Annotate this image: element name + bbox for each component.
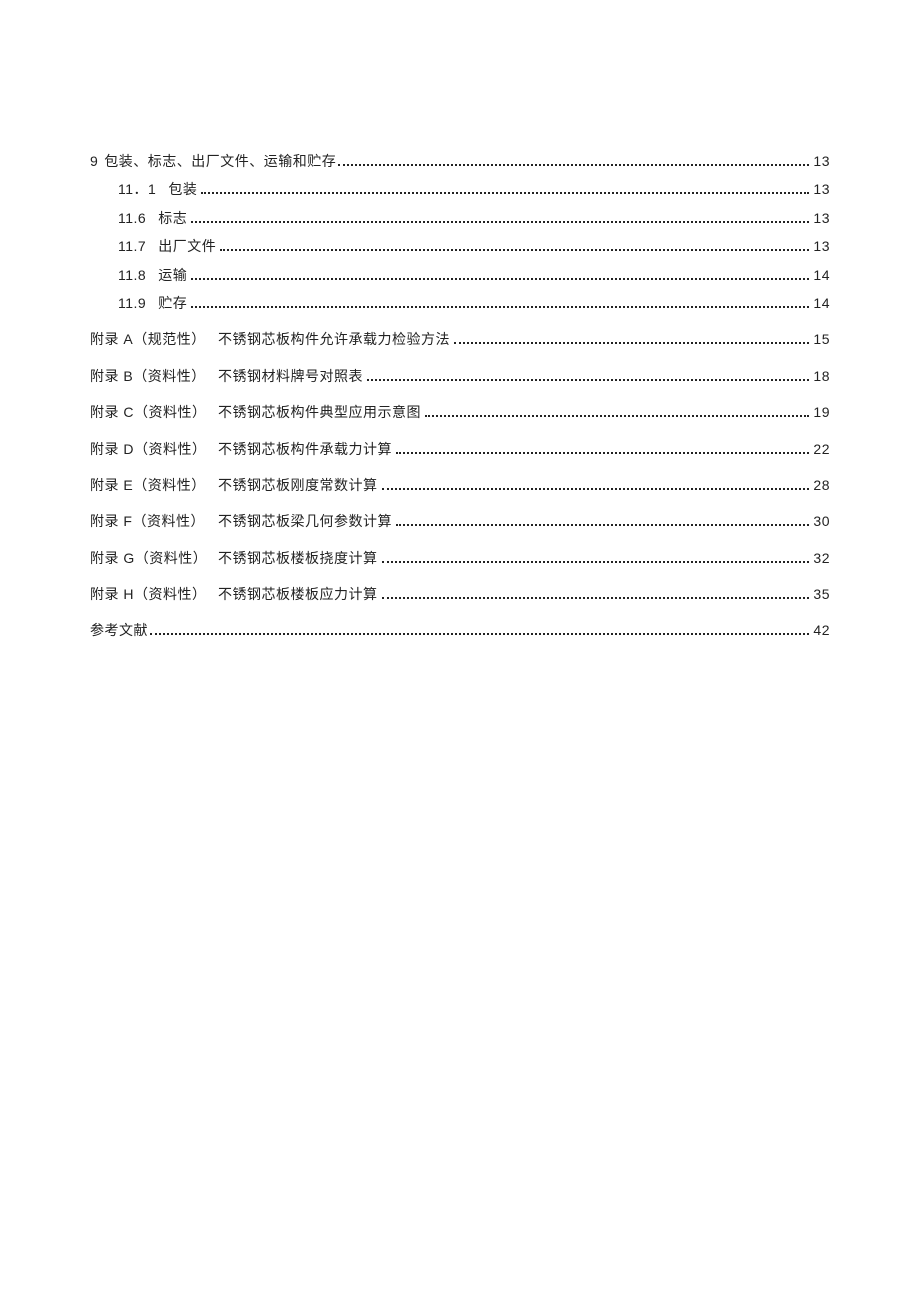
toc-appendix-key: 附录 E（资料性） xyxy=(90,474,210,496)
toc-leader-dots xyxy=(396,443,809,453)
toc-leader-dots xyxy=(425,407,809,417)
toc-appendix-entry: 附录 G（资料性） 不锈钢芯板楼板挠度计算 32 xyxy=(90,547,830,569)
toc-page-number: 18 xyxy=(813,365,830,387)
toc-sub-title: 包装 xyxy=(168,178,197,200)
toc-leader-dots xyxy=(338,156,809,166)
toc-appendix-key: 附录 G（资料性） xyxy=(90,547,210,569)
toc-leader-dots xyxy=(191,298,809,308)
toc-sub-entry: 11.7 出厂文件 13 xyxy=(90,235,830,257)
toc-appendix-title: 不锈钢芯板楼板挠度计算 xyxy=(218,547,378,569)
toc-sub-num: 11.6 xyxy=(118,207,146,229)
toc-appendix-key: 附录 C（资料性） xyxy=(90,401,210,423)
toc-appendix-entry: 附录 A（规范性） 不锈钢芯板构件允许承载力检验方法 15 xyxy=(90,328,830,350)
toc-section-label: 9包装、标志、出厂文件、运输和贮存 xyxy=(90,150,336,172)
toc-sub-num: 11．1 xyxy=(118,178,156,200)
toc-sub-entry: 11．1 包装 13 xyxy=(90,178,830,200)
toc-appendix-key: 附录 D（资料性） xyxy=(90,438,210,460)
toc-sub-title: 出厂文件 xyxy=(158,235,216,257)
toc-leader-dots xyxy=(382,552,810,562)
toc-leader-dots xyxy=(201,184,809,194)
toc-page-number: 15 xyxy=(813,328,830,350)
toc-page-number: 30 xyxy=(813,510,830,532)
toc-sub-num: 11.7 xyxy=(118,235,146,257)
toc-appendix-title: 不锈钢芯板梁几何参数计算 xyxy=(218,510,392,532)
toc-appendix-key: 附录 H（资料性） xyxy=(90,583,210,605)
toc-appendix-entry: 附录 C（资料性） 不锈钢芯板构件典型应用示意图 19 xyxy=(90,401,830,423)
toc-page-number: 13 xyxy=(813,235,830,257)
toc-page-number: 22 xyxy=(813,438,830,460)
toc-appendix-key: 附录 F（资料性） xyxy=(90,510,210,532)
toc-leader-dots xyxy=(191,212,809,222)
document-page: 9包装、标志、出厂文件、运输和贮存 13 11．1 包装 13 11.6 标志 … xyxy=(0,0,920,642)
toc-appendix-entry: 附录 D（资料性） 不锈钢芯板构件承载力计算 22 xyxy=(90,438,830,460)
toc-page-number: 35 xyxy=(813,583,830,605)
toc-appendix-entry: 附录 H（资料性） 不锈钢芯板楼板应力计算 35 xyxy=(90,583,830,605)
toc-leader-dots xyxy=(220,241,809,251)
toc-page-number: 13 xyxy=(813,207,830,229)
toc-leader-dots xyxy=(454,334,809,344)
toc-page-number: 13 xyxy=(813,150,830,172)
toc-appendix-title: 不锈钢芯板构件允许承载力检验方法 xyxy=(218,328,450,350)
toc-sub-title: 贮存 xyxy=(158,292,187,314)
toc-appendix-title: 不锈钢芯板构件承载力计算 xyxy=(218,438,392,460)
toc-page-number: 19 xyxy=(813,401,830,423)
toc-appendix-entry: 附录 B（资料性） 不锈钢材料牌号对照表 18 xyxy=(90,365,830,387)
toc-leader-dots xyxy=(191,269,809,279)
toc-leader-dots xyxy=(396,516,809,526)
toc-refs-title: 参考文献 xyxy=(90,619,148,641)
toc-sub-num: 11.8 xyxy=(118,264,146,286)
toc-leader-dots xyxy=(150,625,809,635)
toc-page-number: 32 xyxy=(813,547,830,569)
toc-entry: 9包装、标志、出厂文件、运输和贮存 13 xyxy=(90,150,830,172)
toc-sub-title: 运输 xyxy=(158,264,187,286)
toc-references-entry: 参考文献 42 xyxy=(90,619,830,641)
toc-sub-entry: 11.6 标志 13 xyxy=(90,207,830,229)
toc-appendix-title: 不锈钢芯板构件典型应用示意图 xyxy=(218,401,421,423)
toc-page-number: 14 xyxy=(813,264,830,286)
toc-appendix-key: 附录 B（资料性） xyxy=(90,365,210,387)
toc-sub-num: 11.9 xyxy=(118,292,146,314)
toc-appendix-key: 附录 A（规范性） xyxy=(90,328,210,350)
toc-page-number: 42 xyxy=(813,619,830,641)
toc-leader-dots xyxy=(367,370,809,380)
toc-sub-title: 标志 xyxy=(158,207,187,229)
toc-sub-entry: 11.8 运输 14 xyxy=(90,264,830,286)
toc-leader-dots xyxy=(382,480,810,490)
toc-leader-dots xyxy=(382,589,810,599)
toc-appendix-title: 不锈钢芯板刚度常数计算 xyxy=(218,474,378,496)
toc-appendix-title: 不锈钢材料牌号对照表 xyxy=(218,365,363,387)
toc-page-number: 14 xyxy=(813,292,830,314)
toc-page-number: 13 xyxy=(813,178,830,200)
toc-sub-entry: 11.9 贮存 14 xyxy=(90,292,830,314)
toc-appendix-entry: 附录 F（资料性） 不锈钢芯板梁几何参数计算 30 xyxy=(90,510,830,532)
toc-page-number: 28 xyxy=(813,474,830,496)
toc-appendix-title: 不锈钢芯板楼板应力计算 xyxy=(218,583,378,605)
toc-appendix-entry: 附录 E（资料性） 不锈钢芯板刚度常数计算 28 xyxy=(90,474,830,496)
